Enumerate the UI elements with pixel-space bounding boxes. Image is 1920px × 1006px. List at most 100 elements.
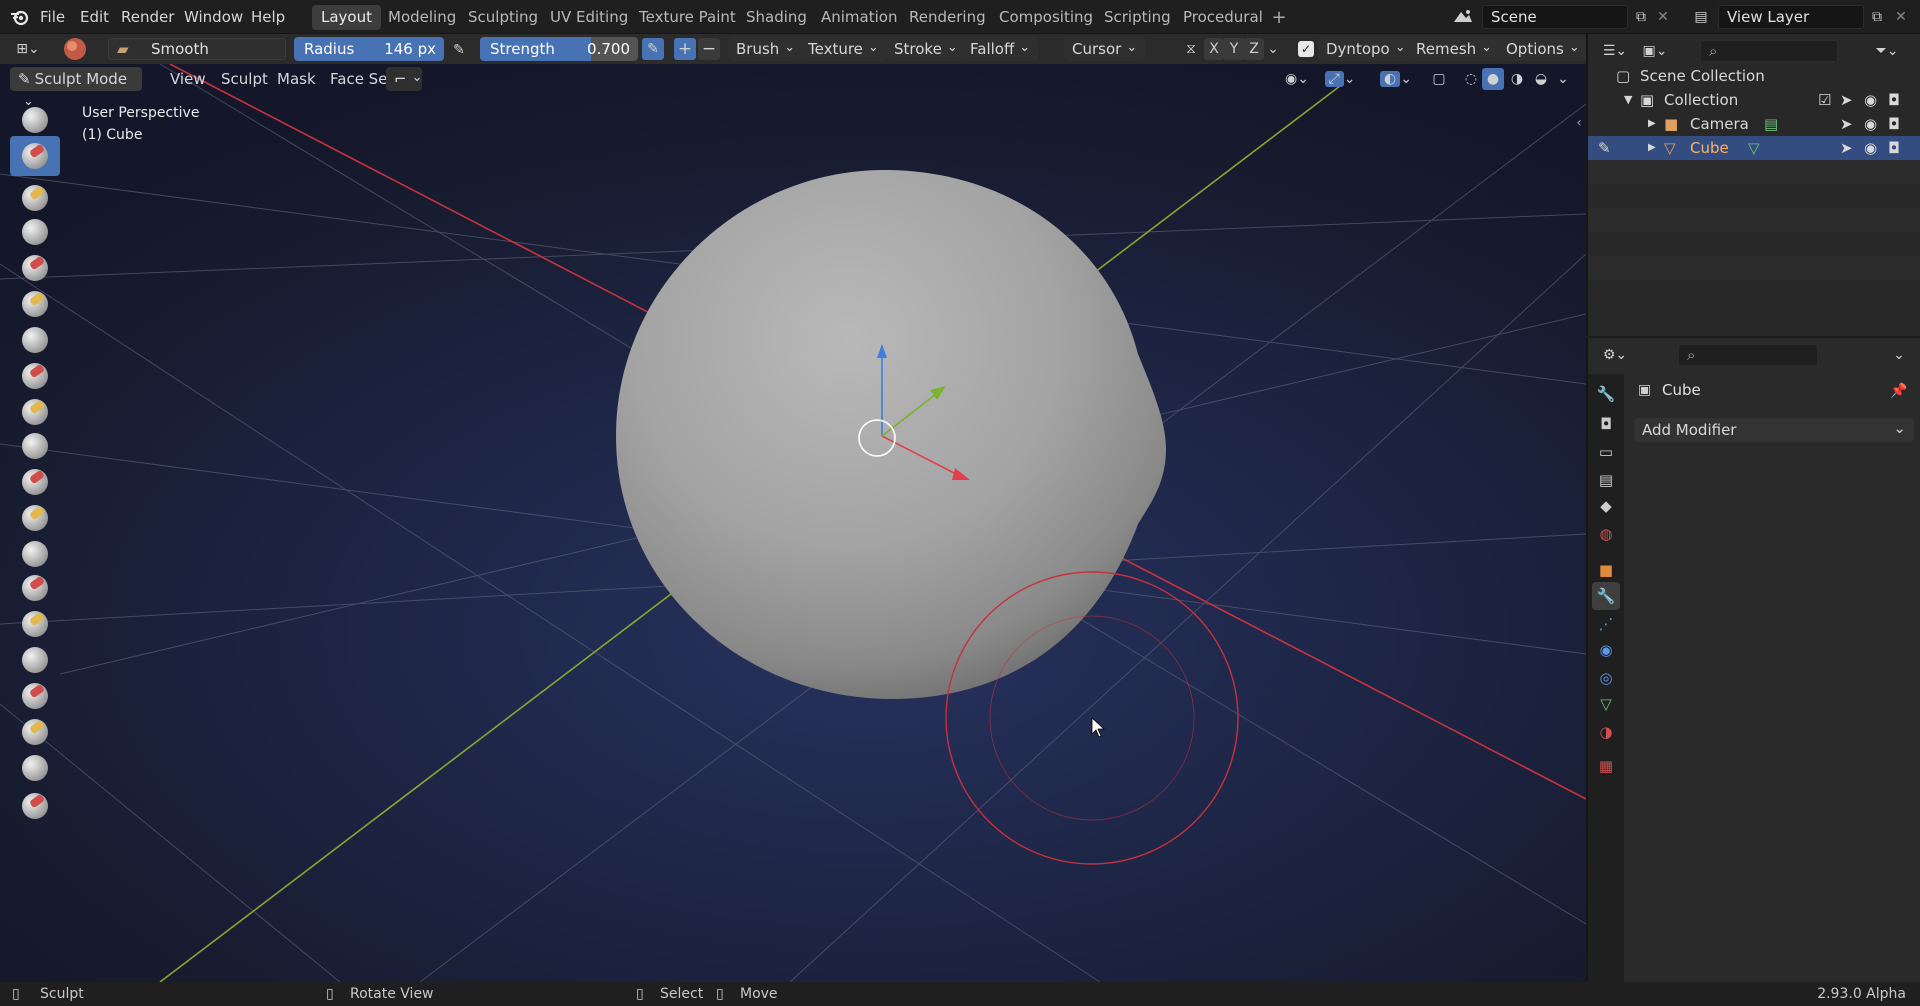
shading-options-icon[interactable]: ⌄ — [1554, 68, 1572, 90]
tool-grab[interactable] — [10, 640, 60, 680]
new-scene-icon[interactable]: ⧉ — [1630, 6, 1652, 28]
add-workspace-icon[interactable]: + — [1268, 6, 1290, 28]
tool-thumb[interactable] — [10, 748, 60, 788]
visibility-eye-icon[interactable]: ◉ — [1864, 136, 1877, 160]
mesh-data-icon[interactable]: ▽ — [1748, 136, 1760, 160]
dyntopo-checkbox[interactable]: ✓ — [1298, 41, 1314, 57]
tool-pinch[interactable] — [10, 604, 60, 644]
delete-view-layer-icon[interactable]: ✕ — [1890, 6, 1912, 28]
properties-tab-scene-icon[interactable]: ◆ — [1592, 492, 1620, 520]
properties-tab-modifier-icon[interactable]: 🔧 — [1592, 582, 1620, 610]
selectable-icon[interactable]: ➤ — [1840, 112, 1853, 136]
add-modifier-dropdown[interactable]: Add Modifier ⌄ — [1634, 418, 1914, 442]
tab-sculpting[interactable]: Sculpting — [459, 5, 547, 30]
outliner-scene-collection[interactable]: ▢ Scene Collection — [1588, 64, 1920, 88]
editor-type-icon[interactable]: ⊞⌄ — [8, 38, 48, 60]
radius-pressure-icon[interactable]: ✎ — [448, 39, 470, 61]
selectable-icon[interactable]: ➤ — [1840, 88, 1853, 112]
menu-window[interactable]: Window — [184, 0, 243, 34]
tool-pose[interactable] — [10, 786, 60, 826]
selectable-icon[interactable]: ➤ — [1840, 136, 1853, 160]
exclude-checkbox-icon[interactable]: ☑ — [1818, 88, 1831, 112]
menu-view[interactable]: View — [162, 67, 214, 91]
visibility-eye-icon[interactable]: ◉ — [1864, 88, 1877, 112]
symmetry-y-toggle[interactable]: Y — [1224, 38, 1244, 60]
pin-icon[interactable]: 📌 — [1888, 380, 1910, 402]
tool-fill[interactable] — [10, 498, 60, 538]
camera-data-icon[interactable]: ▤ — [1764, 112, 1778, 136]
properties-tab-view-layer-icon[interactable]: ▤ — [1592, 466, 1620, 494]
tool-elastic-deform[interactable] — [10, 676, 60, 716]
strength-slider[interactable]: Strength 0.700 — [480, 37, 638, 61]
xray-icon[interactable]: ▢ — [1428, 68, 1450, 90]
blender-logo-icon[interactable] — [8, 6, 32, 28]
tool-smooth[interactable] — [10, 426, 60, 466]
tab-modeling[interactable]: Modeling — [379, 5, 465, 30]
symmetry-z-toggle[interactable]: Z — [1244, 38, 1264, 60]
properties-search-input[interactable]: ⌕ — [1678, 344, 1818, 366]
tab-compositing[interactable]: Compositing — [990, 5, 1102, 30]
tool-clay-strips[interactable] — [10, 212, 60, 252]
menu-render[interactable]: Render — [121, 0, 174, 34]
render-camera-icon[interactable]: ◘ — [1888, 112, 1900, 136]
scene-name-field[interactable]: Scene — [1482, 5, 1628, 29]
tool-clay-thumb[interactable] — [10, 248, 60, 288]
new-view-layer-icon[interactable]: ⧉ — [1866, 6, 1888, 28]
menu-mask[interactable]: Mask — [269, 67, 324, 91]
properties-tab-physics-icon[interactable]: ◉ — [1592, 636, 1620, 664]
scene-icon[interactable] — [1446, 5, 1480, 29]
tab-texture-paint[interactable]: Texture Paint — [630, 5, 745, 30]
filter-icon[interactable]: ⏷⌄ — [1870, 40, 1904, 62]
falloff-dropdown[interactable]: Falloff — [962, 37, 1039, 61]
material-shading-icon[interactable]: ◑ — [1506, 68, 1528, 90]
direction-subtract-button[interactable]: − — [698, 38, 720, 60]
tool-flatten[interactable] — [10, 462, 60, 502]
tab-rendering[interactable]: Rendering — [900, 5, 995, 30]
rendered-shading-icon[interactable]: ◒ — [1530, 68, 1552, 90]
options-dropdown[interactable]: Options — [1498, 37, 1588, 61]
tab-uv-editing[interactable]: UV Editing — [541, 5, 637, 30]
stroke-method-dropdown[interactable]: ⌐ — [386, 67, 422, 91]
visibility-eye-icon[interactable]: ◉ — [1864, 112, 1877, 136]
properties-tab-tool-icon[interactable]: 🔧 — [1592, 380, 1620, 408]
tab-shading[interactable]: Shading — [737, 5, 816, 30]
tool-blob[interactable] — [10, 356, 60, 396]
outliner-collection[interactable]: ▼ ▣ Collection ☑ ➤ ◉ ◘ — [1588, 88, 1920, 112]
tool-multiplane-scrape[interactable] — [10, 568, 60, 608]
symmetry-options-icon[interactable]: ⌄ — [1264, 38, 1282, 60]
visibility-icon[interactable]: ◉⌄ — [1278, 68, 1316, 90]
properties-tab-output-icon[interactable]: ▭ — [1592, 438, 1620, 466]
brush-preview-icon[interactable] — [60, 36, 90, 62]
menu-help[interactable]: Help — [251, 0, 285, 34]
properties-tab-mesh-data-icon[interactable]: ▽ — [1592, 690, 1620, 718]
3d-viewport[interactable]: User Perspective (1) Cube ✎Sculpt Mode V… — [0, 64, 1586, 982]
dyntopo-dropdown[interactable]: Dyntopo — [1318, 37, 1414, 61]
tool-draw-sharp[interactable] — [10, 136, 60, 176]
brush-dropdown[interactable]: Brush — [728, 37, 804, 61]
properties-options-icon[interactable]: ⌄ — [1888, 344, 1910, 366]
tab-animation[interactable]: Animation — [812, 5, 906, 30]
view-layer-icon[interactable]: ▤ — [1684, 5, 1718, 29]
properties-tab-object-icon[interactable]: ■ — [1592, 556, 1620, 584]
outliner-search-input[interactable]: ⌕ — [1700, 40, 1838, 62]
render-camera-icon[interactable]: ◘ — [1888, 136, 1900, 160]
symmetry-x-toggle[interactable]: X — [1204, 38, 1224, 60]
outliner-item-cube[interactable]: ✎ ▶ ▽ Cube ▽ ➤ ◉ ◘ — [1588, 136, 1920, 160]
properties-tab-material-icon[interactable]: ◑ — [1592, 718, 1620, 746]
properties-tab-texture-icon[interactable]: ▦ — [1592, 752, 1620, 780]
tab-procedural[interactable]: Procedural — [1174, 5, 1272, 30]
menu-edit[interactable]: Edit — [80, 0, 109, 34]
wireframe-shading-icon[interactable]: ◌ — [1460, 68, 1482, 90]
properties-tab-constraints-icon[interactable]: ◎ — [1592, 664, 1620, 692]
stroke-dropdown[interactable]: Stroke — [886, 37, 966, 61]
texture-dropdown[interactable]: Texture — [800, 37, 887, 61]
delete-scene-icon[interactable]: ✕ — [1652, 6, 1674, 28]
properties-tab-particles-icon[interactable]: ⋰ — [1592, 610, 1620, 638]
render-camera-icon[interactable]: ◘ — [1888, 88, 1900, 112]
tool-inflate[interactable] — [10, 320, 60, 360]
tab-layout[interactable]: Layout — [312, 5, 381, 30]
mode-selector[interactable]: ✎ Sculpt Mode — [10, 67, 142, 91]
solid-shading-icon[interactable]: ● — [1482, 68, 1504, 90]
tab-scripting[interactable]: Scripting — [1095, 5, 1180, 30]
properties-editor-type-icon[interactable]: ⚙⌄ — [1598, 344, 1632, 366]
